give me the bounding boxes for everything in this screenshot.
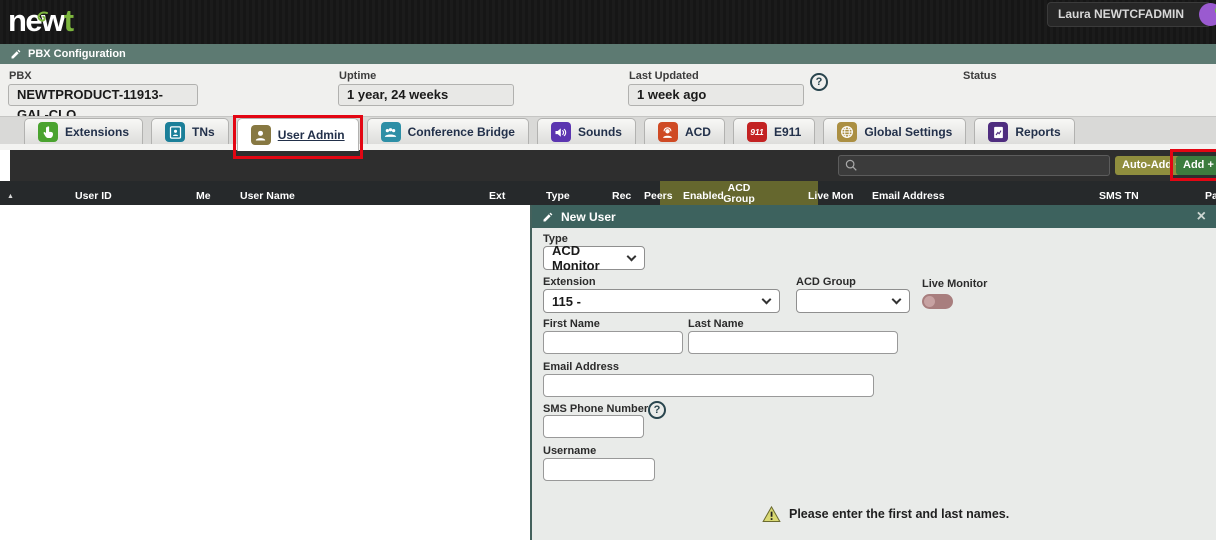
chevron-down-icon: [761, 294, 772, 305]
tab-label: Sounds: [577, 125, 622, 139]
column-user-name[interactable]: User Name: [240, 190, 295, 202]
email-label: Email Address: [543, 361, 620, 373]
search-icon: [845, 159, 857, 171]
newt-tail-icon: [37, 11, 48, 22]
live-monitor-label: Live Monitor: [922, 278, 988, 290]
sms-help-icon[interactable]: ?: [648, 401, 666, 419]
chevron-down-icon: [891, 294, 902, 305]
user-badge[interactable]: Laura NEWTCFADMIN: [1047, 2, 1211, 27]
tab-acd[interactable]: ACD: [643, 118, 725, 145]
contact-book-icon: [165, 122, 186, 142]
email-input[interactable]: [543, 374, 874, 397]
tab-label: Conference Bridge: [407, 125, 515, 139]
column-email[interactable]: Email Address: [872, 190, 945, 202]
newt-logo[interactable]: newt: [8, 3, 74, 39]
warning-text: Please enter the first and last names.: [789, 507, 1010, 521]
top-bar: newt Laura NEWTCFADMIN: [0, 0, 1216, 44]
sort-arrow-icon: ▲: [7, 193, 14, 200]
extension-label: Extension: [543, 276, 596, 288]
tab-label: E911: [773, 125, 802, 139]
last-name-input[interactable]: [688, 331, 898, 354]
status-label: Status: [963, 70, 997, 82]
column-ext[interactable]: Ext: [489, 190, 505, 202]
tab-label: Extensions: [65, 125, 130, 139]
sms-label: SMS Phone Number: [543, 403, 649, 415]
close-icon[interactable]: ×: [1197, 208, 1206, 226]
search-input[interactable]: [859, 158, 1109, 173]
agent-icon: [657, 122, 678, 142]
avatar[interactable]: [1199, 3, 1216, 26]
column-user-id[interactable]: User ID: [75, 190, 112, 202]
tab-tns[interactable]: TNs: [151, 118, 229, 145]
first-name-input[interactable]: [543, 331, 683, 354]
report-icon: [988, 122, 1009, 142]
tab-label: User Admin: [277, 128, 345, 142]
pbx-info-bar: PBX NEWTPRODUCT-11913-GAL-CLO Uptime 1 y…: [0, 64, 1216, 169]
globe-icon: [837, 122, 858, 142]
user-table-header: ▲ ACD Group User ID Me User Name Ext Typ…: [0, 181, 1216, 205]
tab-label: Reports: [1015, 125, 1061, 139]
last-updated-help-icon[interactable]: ?: [810, 73, 828, 91]
new-user-dialog: New User × Type ACD Monitor Extension 11…: [530, 205, 1216, 540]
tab-global-settings[interactable]: Global Settings: [823, 118, 967, 145]
column-pa-truncated[interactable]: Pa: [1205, 190, 1216, 202]
last-updated-value: 1 week ago: [628, 84, 804, 106]
tab-bar: Extensions TNs User Admin Conference Bri…: [0, 115, 1216, 159]
breadcrumb-title: PBX Configuration: [28, 48, 126, 60]
search-box: [838, 155, 1110, 176]
speaker-icon: [550, 122, 571, 142]
uptime-value: 1 year, 24 weeks: [338, 84, 514, 106]
e911-icon: 911: [746, 122, 767, 142]
acd-group-select[interactable]: [796, 289, 910, 313]
pbx-label: PBX: [9, 70, 32, 82]
first-name-label: First Name: [543, 318, 600, 330]
people-group-icon: [380, 122, 401, 142]
username-input[interactable]: [543, 458, 655, 481]
chevron-down-icon: [626, 251, 637, 262]
column-sms-tn[interactable]: SMS TN: [1099, 190, 1139, 202]
pencil-icon: [11, 49, 21, 59]
tab-user-admin[interactable]: User Admin: [232, 115, 363, 159]
column-enabled[interactable]: Enabled: [683, 190, 724, 202]
type-select[interactable]: ACD Monitor: [543, 243, 645, 273]
touch-icon: [38, 122, 58, 142]
column-me[interactable]: Me: [196, 190, 211, 202]
toggle-knob: [924, 296, 935, 307]
table-toolbar: Auto-Add + Add +: [10, 149, 1216, 181]
column-peers[interactable]: Peers: [644, 190, 673, 202]
dialog-title: New User: [561, 209, 616, 224]
tab-e911[interactable]: 911 E911: [732, 118, 816, 145]
last-name-label: Last Name: [688, 318, 744, 330]
tab-reports[interactable]: Reports: [974, 118, 1075, 145]
pbx-configuration-page: newt Laura NEWTCFADMIN PBX Configuration…: [0, 0, 1216, 540]
user-icon: [250, 125, 271, 145]
logo-text-green: t: [63, 3, 74, 38]
breadcrumb: PBX Configuration: [0, 44, 1216, 64]
column-rec[interactable]: Rec: [612, 190, 631, 202]
pbx-value: NEWTPRODUCT-11913-GAL-CLO: [8, 84, 198, 122]
username-label: Username: [543, 445, 597, 457]
dialog-header: New User ×: [532, 205, 1216, 228]
pencil-icon: [543, 212, 553, 221]
tab-label: TNs: [192, 125, 215, 139]
tab-sounds[interactable]: Sounds: [536, 118, 636, 145]
live-monitor-toggle[interactable]: [922, 294, 953, 309]
acd-group-label: ACD Group: [796, 276, 856, 288]
column-type[interactable]: Type: [546, 190, 570, 202]
add-button[interactable]: Add +: [1170, 149, 1216, 181]
validation-warning: Please enter the first and last names.: [762, 505, 1009, 523]
column-live-mon[interactable]: Live Mon: [808, 190, 854, 202]
tab-label: ACD: [684, 125, 711, 139]
last-updated-label: Last Updated: [629, 70, 699, 82]
uptime-label: Uptime: [339, 70, 377, 82]
warning-icon: [762, 505, 781, 523]
sms-input[interactable]: [543, 415, 644, 438]
tab-conference-bridge[interactable]: Conference Bridge: [366, 118, 529, 145]
extension-select[interactable]: 115 -: [543, 289, 780, 313]
tab-extensions[interactable]: Extensions: [24, 118, 144, 145]
tab-label: Global Settings: [864, 125, 953, 139]
